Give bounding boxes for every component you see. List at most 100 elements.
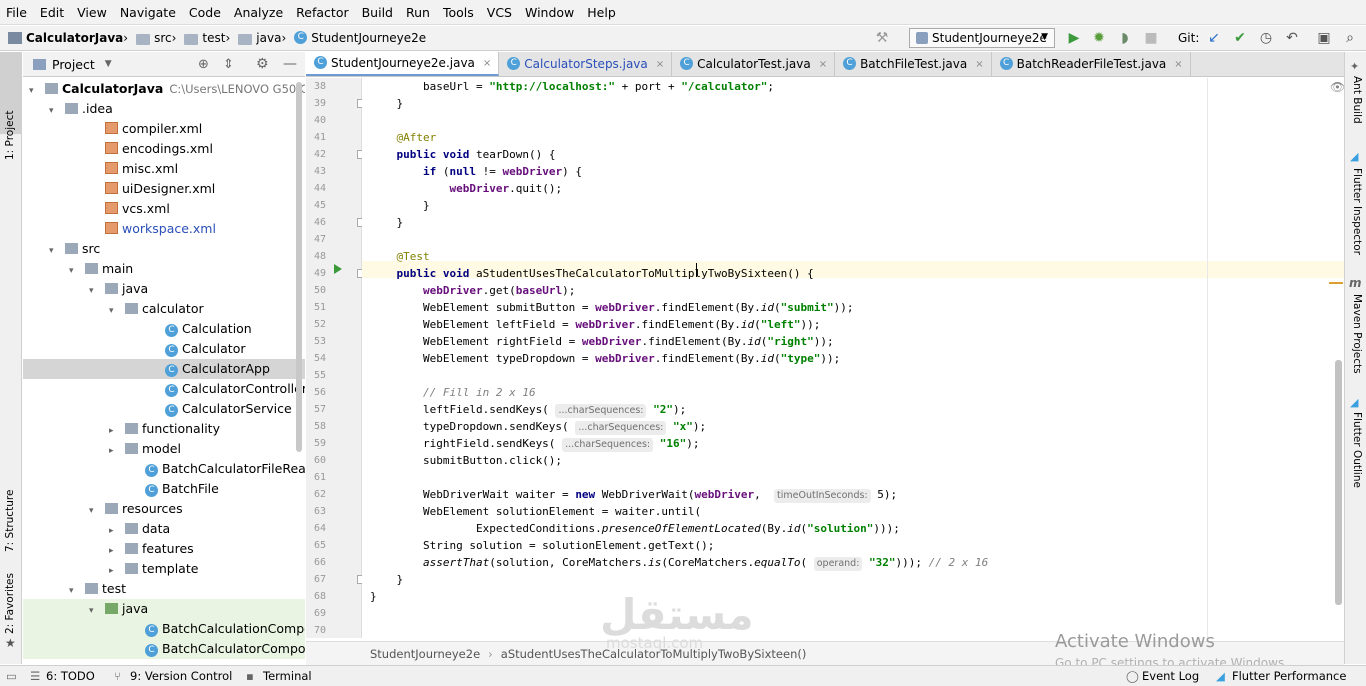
tree-item[interactable]: ▸ functionality [23,419,305,439]
run-configuration-dropdown[interactable]: StudentJourneye2e ▼ [909,28,1055,48]
editor-tab[interactable]: C BatchFileTest.java × [835,52,992,76]
menu-item-window[interactable]: Window [525,5,574,20]
menu-item-view[interactable]: View [77,5,107,20]
chevron-right-icon[interactable]: ▸ [109,561,119,581]
close-icon[interactable]: × [975,59,983,70]
git-revert-icon[interactable]: ↶ [1284,30,1300,46]
tree-item[interactable]: ▾ calculator [23,299,305,319]
flutter-inspector-tool-label[interactable]: Flutter Inspector [1351,168,1363,255]
chevron-down-icon[interactable]: ▾ [89,501,99,521]
menu-item-file[interactable]: File [6,5,27,20]
project-tree-scrollbar[interactable] [296,82,302,452]
locate-icon[interactable]: ⊕ [198,57,209,72]
menu-item-tools[interactable]: Tools [443,5,474,20]
chevron-down-icon[interactable]: ▾ [49,241,59,261]
tree-item[interactable]: ▸ data [23,519,305,539]
tree-item[interactable]: ▾ resources [23,499,305,519]
chevron-down-icon[interactable]: ▾ [69,261,79,281]
breadcrumb-item[interactable]: CalculatorJava [8,31,123,45]
favorites-tool-label[interactable]: 2: Favorites [4,573,16,634]
tree-item[interactable]: workspace.xml [23,219,305,239]
coverage-icon[interactable]: ◗ [1117,30,1133,46]
tree-item[interactable]: ▸ features [23,539,305,559]
maven-projects-tool-label[interactable]: Maven Projects [1351,294,1363,374]
ant-build-tool-label[interactable]: Ant Build [1351,76,1363,124]
structure-tool-label[interactable]: 7: Structure [4,490,16,552]
tree-item[interactable]: C BatchCalculationComponentIn [23,619,305,639]
stop-icon[interactable]: ■ [1143,30,1159,46]
chevron-right-icon[interactable]: ▸ [109,541,119,561]
breadcrumb-item[interactable]: src [136,31,172,45]
git-history-icon[interactable]: ◷ [1258,30,1274,46]
collapse-all-icon[interactable]: ⇕ [223,57,234,72]
tree-item[interactable]: C BatchCalculatorComponentIT [23,639,305,659]
editor-tab[interactable]: C BatchReaderFileTest.java × [992,52,1191,76]
terminal-tool-button[interactable]: Terminal [263,669,312,683]
tool-windows-icon[interactable]: ▭ [6,669,17,683]
event-log-button[interactable]: Event Log [1142,669,1199,683]
code-editor[interactable]: baseUrl = "http://localhost:" + port + "… [362,78,1344,638]
menu-item-code[interactable]: Code [189,5,221,20]
menu-item-help[interactable]: Help [587,5,616,20]
tree-item[interactable]: compiler.xml [23,119,305,139]
tree-item[interactable]: C BatchFile [23,479,305,499]
chevron-down-icon[interactable]: ▾ [69,581,79,601]
chevron-right-icon[interactable]: ▸ [109,421,119,441]
tree-item[interactable]: misc.xml [23,159,305,179]
tree-item[interactable]: C CalculatorApp [23,359,305,379]
flutter-outline-tool-label[interactable]: Flutter Outline [1351,412,1363,488]
close-icon[interactable]: × [1174,59,1182,70]
tree-item[interactable]: C CalculatorController [23,379,305,399]
menu-item-refactor[interactable]: Refactor [296,5,348,20]
tree-item[interactable]: ▾ main [23,259,305,279]
eye-icon[interactable]: 👁 [1330,80,1345,94]
tree-item[interactable]: ▸ template [23,559,305,579]
warning-marker[interactable] [1329,282,1343,284]
editor-tab[interactable]: C StudentJourneye2e.java × [306,52,500,76]
run-test-icon[interactable] [334,264,342,274]
tree-item[interactable]: ▾ test [23,579,305,599]
close-icon[interactable]: × [819,59,827,70]
debug-icon[interactable]: ✹ [1091,30,1107,46]
tree-item[interactable]: C BatchCalculatorFileReader [23,459,305,479]
tree-item[interactable]: ▾ java [23,599,305,619]
tree-item[interactable]: ▾ CalculatorJava C:\Users\LENOVO G50\Calcu… [23,79,305,99]
menu-item-edit[interactable]: Edit [40,5,64,20]
git-update-icon[interactable]: ↙ [1206,30,1222,46]
project-structure-icon[interactable]: ▣ [1316,30,1332,46]
version-control-tool-button[interactable]: 9: Version Control [130,669,232,683]
chevron-down-icon[interactable]: ▾ [49,101,59,121]
build-hammer-icon[interactable]: ⚒ [874,30,890,46]
tree-item[interactable]: ▾ java [23,279,305,299]
tree-item[interactable]: uiDesigner.xml [23,179,305,199]
tree-item[interactable]: C Calculation [23,319,305,339]
close-icon[interactable]: × [656,59,664,70]
menu-item-build[interactable]: Build [362,5,393,20]
breadcrumb-item[interactable]: C StudentJourneye2e [294,30,426,45]
close-icon[interactable]: × [483,58,491,69]
chevron-down-icon[interactable]: ▾ [89,601,99,621]
tree-item[interactable]: encodings.xml [23,139,305,159]
breadcrumb-class[interactable]: StudentJourneye2e [370,647,480,661]
gear-icon[interactable]: ⚙ [256,56,269,72]
editor-tab[interactable]: C CalculatorTest.java × [672,52,836,76]
tree-item[interactable]: ▾ .idea [23,99,305,119]
menu-item-vcs[interactable]: VCS [487,5,512,20]
breadcrumb-item[interactable]: test [184,31,225,45]
editor-scrollbar[interactable] [1335,360,1342,605]
search-icon[interactable]: ⌕ [1342,30,1358,46]
todo-tool-button[interactable]: 6: TODO [46,669,95,683]
editor-tab[interactable]: C CalculatorSteps.java × [499,52,673,76]
chevron-down-icon[interactable]: ▾ [109,301,119,321]
menu-item-analyze[interactable]: Analyze [234,5,283,20]
tree-item[interactable]: vcs.xml [23,199,305,219]
run-icon[interactable]: ▶ [1066,30,1082,46]
menu-item-navigate[interactable]: Navigate [120,5,176,20]
chevron-down-icon[interactable]: ▾ [29,81,39,101]
tree-item[interactable]: ▾ src [23,239,305,259]
breadcrumb-item[interactable]: java [238,31,281,45]
tree-item[interactable]: C CalculatorService [23,399,305,419]
hide-panel-icon[interactable]: — [283,56,297,72]
chevron-down-icon[interactable]: ▼ [105,59,112,69]
flutter-performance-button[interactable]: Flutter Performance [1232,669,1346,683]
